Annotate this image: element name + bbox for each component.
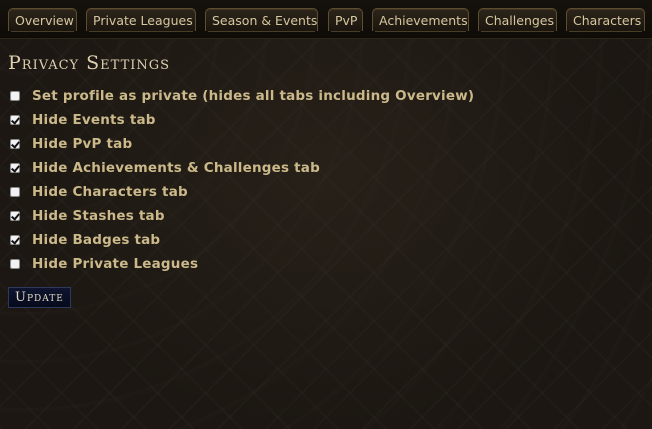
option-hide-achievements[interactable]: Hide Achievements & Challenges tab [10,156,474,180]
hide-private-leagues-label: Hide Private Leagues [32,256,199,272]
hide-badges-label: Hide Badges tab [32,232,161,248]
tab-characters[interactable]: Characters [566,8,645,32]
privacy-options-list: Set profile as private (hides all tabs i… [10,84,474,276]
hide-pvp-label: Hide PvP tab [32,136,133,152]
tab-overview[interactable]: Overview [8,8,77,32]
hide-pvp-checkbox[interactable] [10,139,20,149]
option-hide-badges[interactable]: Hide Badges tab [10,228,474,252]
private-profile-label: Set profile as private (hides all tabs i… [32,88,475,104]
tab-season-events[interactable]: Season & Events [205,8,318,32]
option-hide-stashes[interactable]: Hide Stashes tab [10,204,474,228]
hide-events-checkbox[interactable] [10,115,20,125]
option-private-profile[interactable]: Set profile as private (hides all tabs i… [10,84,474,108]
hide-badges-checkbox[interactable] [10,235,20,245]
option-hide-events[interactable]: Hide Events tab [10,108,474,132]
tab-challenges[interactable]: Challenges [478,8,557,32]
hide-stashes-label: Hide Stashes tab [32,208,165,224]
option-hide-pvp[interactable]: Hide PvP tab [10,132,474,156]
hide-achievements-checkbox[interactable] [10,163,20,173]
hide-characters-label: Hide Characters tab [32,184,188,200]
option-hide-private-leagues[interactable]: Hide Private Leagues [10,252,474,276]
tab-pvp[interactable]: PvP [328,8,363,32]
page-title: Privacy Settings [8,52,171,74]
update-button[interactable]: Update [8,287,71,308]
tab-achievements[interactable]: Achievements [372,8,469,32]
hide-events-label: Hide Events tab [32,112,156,128]
hide-stashes-checkbox[interactable] [10,211,20,221]
hide-achievements-label: Hide Achievements & Challenges tab [32,160,320,176]
privacy-settings-page: Overview Private Leagues Season & Events… [0,0,652,429]
hide-characters-checkbox[interactable] [10,187,20,197]
private-profile-checkbox[interactable] [10,91,20,101]
tab-private-leagues[interactable]: Private Leagues [86,8,196,32]
option-hide-characters[interactable]: Hide Characters tab [10,180,474,204]
profile-tab-bar: Overview Private Leagues Season & Events… [0,0,652,39]
hide-private-leagues-checkbox[interactable] [10,259,20,269]
